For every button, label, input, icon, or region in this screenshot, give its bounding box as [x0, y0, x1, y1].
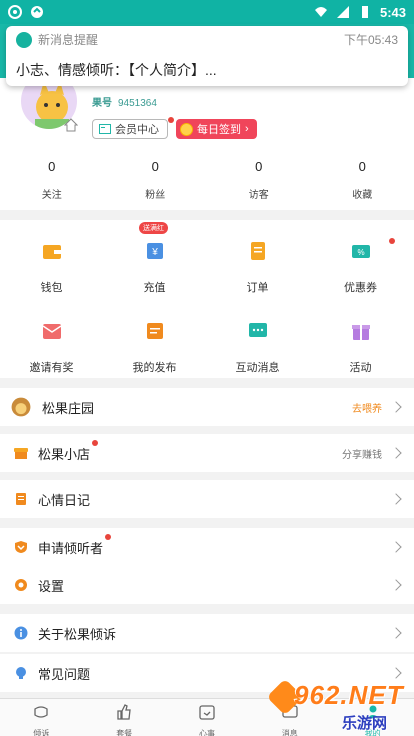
grid-item-messages[interactable]: 互动消息: [206, 320, 309, 375]
message-icon: [248, 323, 267, 337]
grid-item-orders[interactable]: 订单: [206, 240, 309, 295]
sync-icon: [31, 6, 43, 18]
row-about[interactable]: 关于松果倾诉: [0, 614, 414, 652]
grid-item-coupons[interactable]: % 优惠券: [309, 240, 412, 295]
daily-signin-button[interactable]: 每日签到 ›: [176, 119, 257, 139]
coin-icon: [180, 122, 193, 136]
grid-item-recharge[interactable]: ¥ 充值: [103, 240, 206, 295]
recharge-promo-badge: 送满红: [139, 222, 168, 234]
listener-icon: [15, 541, 27, 553]
grid-item-events[interactable]: 活动: [309, 320, 412, 375]
member-badge-dot: [168, 117, 174, 123]
chevron-right-icon: [390, 579, 402, 591]
stats-bar: 0 关注 0 粉丝 0 访客 0 收藏: [0, 150, 414, 210]
info-icon: [14, 626, 28, 640]
order-icon: [250, 242, 265, 260]
wifi-icon: [314, 7, 327, 17]
user-id: 果号 9451364: [92, 98, 157, 109]
shop-badge-dot: [92, 439, 99, 446]
site-watermark: 962.NET 乐游网: [266, 678, 414, 736]
calendar-icon: [199, 705, 215, 720]
home-icon[interactable]: [64, 118, 78, 132]
chevron-right-icon: ›: [245, 123, 249, 135]
member-center-button[interactable]: 会员中心: [92, 119, 168, 139]
row-hint: 分享赚钱: [342, 449, 382, 461]
row-pine-shop[interactable]: 松果小店 分享赚钱: [0, 434, 414, 472]
chevron-right-icon: [390, 627, 402, 639]
notification-message: 小志、情感倾听：【个人简介】...: [16, 62, 217, 78]
notification-title: 新消息提醒: [38, 33, 99, 47]
chevron-right-icon: [390, 493, 402, 505]
shop-icon: [14, 448, 28, 459]
grid-item-invite[interactable]: 邀请有奖: [0, 320, 103, 375]
diary-icon: [16, 493, 26, 505]
nav-mood[interactable]: 心事: [166, 699, 249, 736]
chevron-right-icon: [390, 541, 402, 553]
signal-icon: [336, 6, 349, 18]
faq-icon: [16, 667, 26, 679]
notification-banner[interactable]: 新消息提醒 下午05:43 小志、情感倾听：【个人简介】...: [6, 26, 408, 86]
coupon-icon: %: [351, 245, 370, 258]
status-time: 5:43: [379, 4, 406, 20]
grid-item-wallet[interactable]: 钱包: [0, 240, 103, 295]
row-apply-listener[interactable]: 申请倾听者: [0, 528, 414, 566]
nav-talk[interactable]: 倾诉: [0, 699, 83, 736]
svg-text:%: %: [357, 248, 364, 257]
chevron-right-icon: [390, 401, 402, 413]
talk-icon: [34, 706, 49, 718]
chevron-right-icon: [390, 447, 402, 459]
notification-time: 下午05:43: [343, 33, 398, 47]
thumb-icon: [117, 704, 131, 720]
row-pine-manor[interactable]: 松果庄园 去喂养: [0, 388, 414, 426]
app-notification-icon: [8, 5, 22, 19]
app-logo-icon: [16, 31, 32, 48]
chevron-right-icon: [390, 667, 402, 679]
recharge-icon: ¥: [146, 243, 163, 259]
coupon-badge-dot: [389, 238, 395, 244]
listener-badge-dot: [105, 533, 112, 540]
function-grid: 钱包 ¥ 充值 订单 % 优惠券 邀请有奖 我的发布 互动消息 活动: [0, 220, 414, 378]
stat-visitors[interactable]: 0 访客: [207, 150, 311, 210]
nav-package[interactable]: 套餐: [83, 699, 166, 736]
manor-icon: [11, 397, 31, 417]
stat-following[interactable]: 0 关注: [0, 150, 104, 210]
card-icon: [99, 124, 111, 134]
row-mood-diary[interactable]: 心情日记: [0, 480, 414, 518]
row-hint: 去喂养: [352, 403, 382, 415]
grid-item-my-posts[interactable]: 我的发布: [103, 320, 206, 375]
stat-favorites[interactable]: 0 收藏: [311, 150, 414, 210]
settings-icon: [15, 579, 27, 591]
gift-icon: [351, 325, 370, 340]
svg-text:¥: ¥: [151, 247, 158, 258]
invite-icon: [42, 324, 61, 339]
status-bar: 5:43: [0, 0, 414, 24]
stat-followers[interactable]: 0 粉丝: [104, 150, 208, 210]
battery-icon: [361, 6, 368, 18]
publish-icon: [146, 323, 163, 339]
row-settings[interactable]: 设置: [0, 566, 414, 604]
wallet-icon: [42, 245, 61, 259]
